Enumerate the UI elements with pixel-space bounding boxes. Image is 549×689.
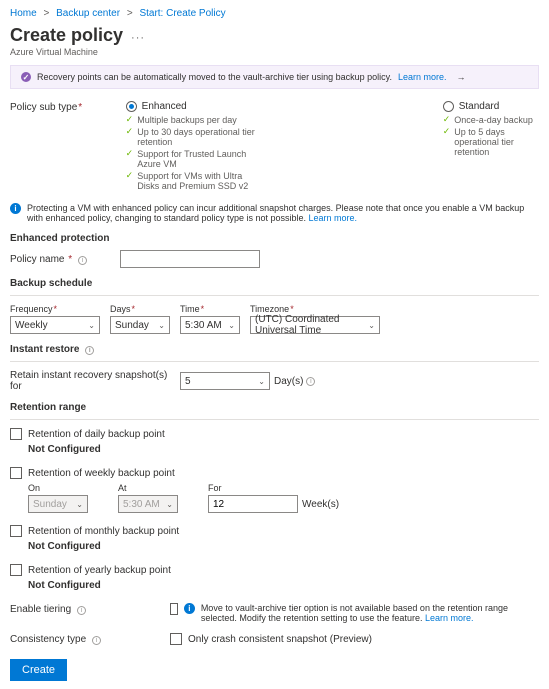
timezone-select[interactable]: (UTC) Coordinated Universal Time⌄ (250, 316, 380, 334)
yearly-retention-status: Not Configured (28, 580, 539, 591)
archive-tier-banner: ✓ Recovery points can be automatically m… (10, 65, 539, 89)
breadcrumb-home[interactable]: Home (10, 8, 37, 19)
daily-retention-label: Retention of daily backup point (28, 429, 165, 440)
radio-enhanced[interactable] (126, 101, 137, 112)
check-icon: ✓ (126, 127, 134, 136)
policy-name-input[interactable] (120, 250, 260, 268)
checkbox-daily-retention[interactable] (10, 428, 22, 440)
weekly-retention-label: Retention of weekly backup point (28, 468, 175, 479)
divider (10, 419, 539, 420)
info-icon: i (10, 203, 21, 214)
time-select[interactable]: 5:30 AM⌄ (180, 316, 240, 334)
weekly-for-label: For (208, 483, 339, 493)
enable-tiering-label: Enable tiering i (10, 603, 170, 615)
monthly-retention-label: Retention of monthly backup point (28, 526, 179, 537)
info-icon[interactable]: i (85, 346, 94, 355)
daily-retention-status: Not Configured (28, 444, 539, 455)
info-icon[interactable]: i (78, 256, 87, 265)
check-icon: ✓ (126, 115, 134, 124)
info-icon[interactable]: i (92, 636, 101, 645)
time-label: Time* (180, 304, 240, 314)
weekly-at-select: 5:30 AM⌄ (118, 495, 178, 513)
breadcrumb: Home > Backup center > Start: Create Pol… (10, 8, 539, 19)
divider (10, 361, 539, 362)
warning-learn-more-link[interactable]: Learn more. (309, 213, 358, 223)
instant-restore-label: Retain instant recovery snapshot(s) for (10, 370, 180, 392)
more-actions-button[interactable]: ··· (131, 32, 145, 44)
section-enhanced-protection: Enhanced protection (10, 233, 539, 244)
section-instant-restore: Instant restore i (10, 344, 539, 355)
divider (10, 295, 539, 296)
radio-standard-label: Standard (459, 101, 500, 112)
page-title: Create policy (10, 25, 123, 46)
chevron-down-icon: ⌄ (228, 321, 235, 330)
timezone-label: Timezone* (250, 304, 380, 314)
instant-restore-days-select[interactable]: 5⌄ (180, 372, 270, 390)
chevron-down-icon: ⌄ (258, 377, 265, 386)
checkbox-monthly-retention[interactable] (10, 525, 22, 537)
check-icon: ✓ (443, 127, 451, 136)
days-select[interactable]: Sunday⌄ (110, 316, 170, 334)
chevron-down-icon: ⌄ (76, 500, 83, 509)
weekly-for-input[interactable] (208, 495, 298, 513)
enhanced-policy-warning: i Protecting a VM with enhanced policy c… (10, 203, 539, 223)
days-label: Days* (110, 304, 170, 314)
info-icon[interactable]: i (306, 377, 315, 386)
checkbox-enable-tiering[interactable] (170, 603, 178, 615)
radio-enhanced-label: Enhanced (142, 101, 187, 112)
policy-standard-group: Standard ✓Once-a-day backup ✓Up to 5 day… (443, 101, 539, 193)
consistency-option-label: Only crash consistent snapshot (Preview) (188, 634, 372, 645)
section-backup-schedule: Backup schedule (10, 278, 539, 289)
consistency-type-label: Consistency type i (10, 633, 170, 645)
chevron-down-icon: ⌄ (166, 500, 173, 509)
create-button[interactable]: Create (10, 659, 67, 681)
page-subtitle: Azure Virtual Machine (10, 47, 539, 57)
policy-sub-type-label: Policy sub type* (10, 101, 126, 113)
tiering-learn-more-link[interactable]: Learn more. (425, 613, 474, 623)
breadcrumb-start-create-policy[interactable]: Start: Create Policy (139, 8, 225, 19)
arrow-right-icon: → (457, 72, 466, 82)
breadcrumb-backup-center[interactable]: Backup center (56, 8, 120, 19)
policy-name-label: Policy name * i (10, 254, 120, 265)
policy-enhanced-group: Enhanced ✓Multiple backups per day ✓Up t… (126, 101, 263, 193)
check-icon: ✓ (126, 149, 134, 158)
instant-restore-unit: Day(s) (274, 376, 303, 387)
banner-text: Recovery points can be automatically mov… (37, 72, 392, 82)
frequency-label: Frequency* (10, 304, 100, 314)
chevron-down-icon: ⌄ (368, 321, 375, 330)
checkbox-crash-consistent[interactable] (170, 633, 182, 645)
info-icon[interactable]: i (77, 606, 86, 615)
chevron-down-icon: ⌄ (158, 321, 165, 330)
info-icon: i (184, 603, 195, 614)
weekly-at-label: At (118, 483, 178, 493)
section-retention-range: Retention range (10, 402, 539, 413)
banner-learn-more-link[interactable]: Learn more. (398, 72, 447, 82)
checkbox-yearly-retention[interactable] (10, 564, 22, 576)
chevron-down-icon: ⌄ (88, 321, 95, 330)
checkbox-weekly-retention[interactable] (10, 467, 22, 479)
check-icon: ✓ (126, 171, 134, 180)
yearly-retention-label: Retention of yearly backup point (28, 565, 171, 576)
info-icon: ✓ (21, 72, 31, 82)
radio-standard[interactable] (443, 101, 454, 112)
check-icon: ✓ (443, 115, 451, 124)
weekly-for-unit: Week(s) (302, 499, 339, 510)
frequency-select[interactable]: Weekly⌄ (10, 316, 100, 334)
monthly-retention-status: Not Configured (28, 541, 539, 552)
weekly-on-label: On (28, 483, 88, 493)
weekly-on-select: Sunday⌄ (28, 495, 88, 513)
